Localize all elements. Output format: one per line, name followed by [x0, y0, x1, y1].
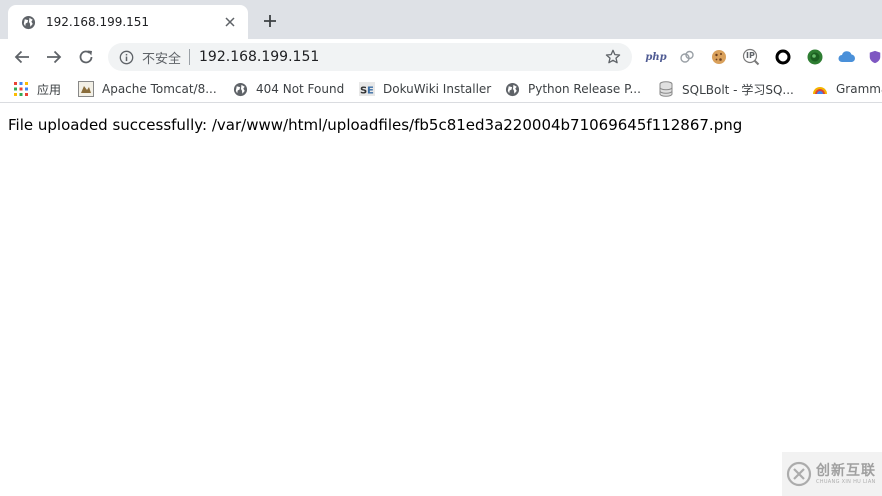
new-tab-button[interactable]: [260, 11, 280, 31]
ring-icon[interactable]: [774, 48, 792, 66]
ip-label: IP: [746, 51, 755, 60]
reload-button[interactable]: [74, 46, 98, 68]
omnibox-divider: [189, 49, 191, 65]
php-label: php: [645, 51, 667, 63]
shield-icon[interactable]: [868, 48, 882, 66]
bookmark-grammarly[interactable]: Gramma: [812, 80, 882, 98]
globe-icon: [232, 81, 248, 97]
tab-strip: 192.168.199.151: [0, 0, 882, 39]
apps-grid-icon: [13, 81, 29, 97]
star-icon[interactable]: [604, 48, 622, 66]
bookmarks-bar: 应用 Apache Tomcat/8... 404 Not Found SE D…: [0, 75, 882, 103]
bookmark-label: SQLBolt - 学习SQ...: [682, 82, 794, 97]
tab-title: 192.168.199.151: [46, 15, 150, 29]
brand-logo-icon: [786, 461, 812, 487]
bookmark-label: DokuWiki Installer: [383, 82, 492, 96]
bookmark-label: Apache Tomcat/8...: [102, 82, 217, 96]
database-icon: [658, 81, 674, 97]
bookmark-label: Python Release P...: [528, 82, 641, 96]
svg-text:E: E: [367, 86, 374, 97]
arrow-right-icon: [47, 50, 62, 64]
globe-icon: [504, 81, 520, 97]
page-content: File uploaded successfully: /var/www/htm…: [0, 104, 882, 496]
bookmark-label: 应用: [37, 82, 62, 97]
bookmark-apps[interactable]: 应用: [13, 80, 61, 98]
upload-message: File uploaded successfully: /var/www/htm…: [8, 116, 743, 134]
active-tab[interactable]: 192.168.199.151: [8, 5, 248, 39]
security-status[interactable]: 不安全: [142, 48, 181, 67]
bookmark-label: Gramma: [836, 82, 882, 96]
plus-icon: [264, 15, 276, 27]
bookmark-tomcat[interactable]: Apache Tomcat/8...: [78, 80, 217, 98]
php-icon[interactable]: php: [645, 48, 667, 66]
bookmark-label: 404 Not Found: [256, 82, 345, 96]
address-bar[interactable]: 不安全 192.168.199.151: [108, 43, 632, 71]
info-icon[interactable]: [118, 49, 134, 65]
arrow-left-icon: [14, 50, 29, 64]
ip-icon[interactable]: IP: [742, 48, 760, 66]
dokuwiki-icon: SE: [359, 81, 375, 97]
green-circle-icon[interactable]: [806, 48, 824, 66]
cookie-icon[interactable]: [710, 48, 728, 66]
close-icon[interactable]: [222, 14, 238, 30]
bookmark-sqlbolt[interactable]: SQLBolt - 学习SQ...: [658, 80, 794, 98]
clouds-icon[interactable]: [678, 48, 696, 66]
watermark-logo: 创新互联 CHUANG XIN HU LIAN: [782, 452, 882, 496]
watermark-subtitle: CHUANG XIN HU LIAN: [816, 478, 876, 485]
reload-icon: [79, 50, 93, 64]
cloud-icon[interactable]: [838, 48, 856, 66]
bookmark-dokuwiki[interactable]: SE DokuWiki Installer: [359, 80, 491, 98]
url-text[interactable]: 192.168.199.151: [199, 49, 604, 65]
bookmark-python[interactable]: Python Release P...: [504, 80, 641, 98]
grammarly-icon: [812, 81, 828, 97]
toolbar: 不安全 192.168.199.151 php IP: [0, 39, 882, 75]
bookmark-404[interactable]: 404 Not Found: [232, 80, 344, 98]
watermark-title: 创新互联: [816, 462, 876, 479]
back-button[interactable]: [10, 46, 34, 68]
globe-icon: [20, 14, 36, 30]
forward-button[interactable]: [42, 46, 66, 68]
tomcat-icon: [78, 81, 94, 97]
